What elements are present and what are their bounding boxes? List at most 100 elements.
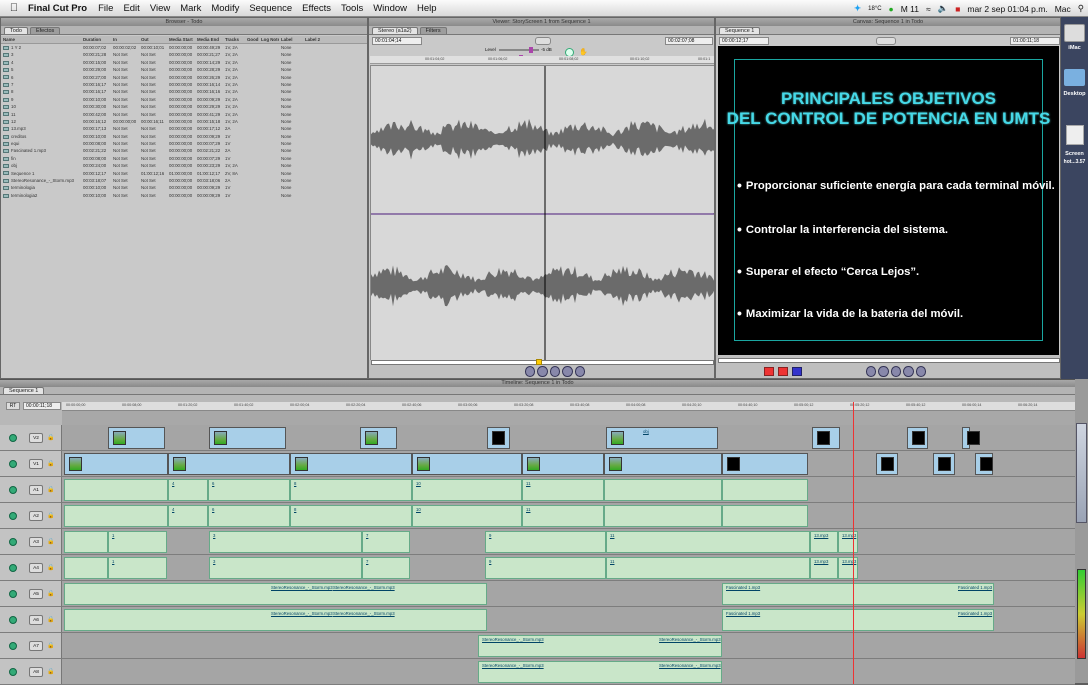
video-clip[interactable]: [412, 453, 522, 475]
video-clip[interactable]: [604, 453, 722, 475]
canvas-zoom-popup[interactable]: [876, 37, 896, 45]
track-a2[interactable]: A2 🔒 4 6 8 10 11: [0, 503, 1075, 529]
browser-row[interactable]: creditos 00:00:10;00 Not Set Not Set 00:00:0…: [1, 133, 367, 140]
video-clip[interactable]: [108, 427, 165, 449]
tab-timeline-sequence-1[interactable]: Sequence 1: [3, 387, 45, 394]
audio-clip[interactable]: 9: [485, 557, 606, 579]
track-header[interactable]: A5 🔒: [0, 581, 62, 606]
replace-edit-icon[interactable]: [792, 367, 802, 376]
track-header[interactable]: A4 🔒: [0, 555, 62, 580]
audio-clip[interactable]: [64, 479, 168, 501]
desktop-label[interactable]: Desktop: [1061, 91, 1088, 97]
audio-clip[interactable]: 10: [412, 505, 522, 527]
video-clip[interactable]: [907, 427, 928, 449]
viewer-scrubber[interactable]: [371, 360, 714, 365]
video-clip[interactable]: [64, 453, 168, 475]
next-edit-icon[interactable]: [574, 366, 586, 377]
canvas-current-time[interactable]: 01:00:11;18: [1010, 37, 1060, 45]
browser-header-row[interactable]: Name Duration In Out Media Start Media End Tra…: [1, 36, 367, 44]
audio-clip[interactable]: 3: [209, 557, 362, 579]
track-header[interactable]: V2 🔒: [0, 425, 62, 450]
play-around-icon[interactable]: [903, 366, 914, 377]
browser-row[interactable]: 6 00:00:27;00 Not Set Not Set 00:00:00;00 00:…: [1, 74, 367, 81]
audio-clip[interactable]: [604, 479, 722, 501]
track-label[interactable]: A5: [29, 589, 43, 599]
audio-clip[interactable]: StereoResonance_-_Storm.mp3 StereoResonan…: [64, 609, 487, 631]
track-v2[interactable]: V2 🔒 obj: [0, 425, 1075, 451]
overwrite-edit-icon[interactable]: [778, 367, 788, 376]
screenshot-file-icon[interactable]: [1066, 125, 1084, 145]
column-header[interactable]: Media End: [195, 36, 223, 43]
browser-row[interactable]: terminologia2 00:00:10;00 Not Set Not Set 00…: [1, 192, 367, 199]
browser-row[interactable]: 9 00:00:10;00 Not Set Not Set 00:00:00;00 00:…: [1, 96, 367, 103]
video-clip[interactable]: obj: [606, 427, 718, 449]
column-header[interactable]: In: [111, 36, 139, 43]
menu-edit[interactable]: Edit: [123, 3, 139, 14]
audio-clip[interactable]: [722, 505, 808, 527]
menu-window[interactable]: Window: [373, 3, 407, 14]
audio-clip[interactable]: [64, 531, 108, 553]
screenshot-sublabel[interactable]: hot...3.57: [1061, 159, 1088, 165]
audio-clip[interactable]: 10: [412, 479, 522, 501]
track-visibility-icon[interactable]: [9, 486, 17, 494]
browser-row[interactable]: 1 Y 2 00:00:07;02 00:00:02;02 00:00:10;01 00…: [1, 44, 367, 51]
video-clip[interactable]: [209, 427, 286, 449]
tab-filters[interactable]: Filters: [419, 27, 447, 34]
lock-icon[interactable]: 🔒: [47, 512, 54, 519]
weather-temp[interactable]: 18°C: [868, 6, 881, 12]
track-visibility-icon[interactable]: [9, 512, 17, 520]
video-clip[interactable]: [290, 453, 412, 475]
track-visibility-icon[interactable]: [9, 564, 17, 572]
audio-clip[interactable]: 1: [108, 531, 167, 553]
next-edit-icon[interactable]: [915, 366, 927, 377]
video-clip[interactable]: [722, 453, 808, 475]
audio-clip[interactable]: [64, 557, 108, 579]
column-header[interactable]: Log Note: [259, 36, 279, 43]
track-label[interactable]: A8: [29, 667, 43, 677]
browser-row[interactable]: fin 00:00:08;00 Not Set Not Set 00:00:00;00 0…: [1, 155, 367, 162]
timeline-titlebar[interactable]: Timeline: Sequence 1 in Todo: [0, 380, 1075, 387]
browser-row[interactable]: 10 00:00:30;00 Not Set Not Set 00:00:00;00 00…: [1, 103, 367, 110]
track-header[interactable]: A8 🔒: [0, 659, 62, 684]
video-clip[interactable]: [876, 453, 898, 475]
tab-todo[interactable]: Todo: [4, 27, 28, 34]
video-clip[interactable]: [360, 427, 397, 449]
track-visibility-icon[interactable]: [9, 642, 17, 650]
audio-clip[interactable]: 9: [485, 531, 606, 553]
tab-efectos[interactable]: Efectos: [29, 27, 61, 34]
lock-icon[interactable]: 🔒: [47, 668, 54, 675]
canvas-duration[interactable]: 00:00:12;17: [719, 37, 769, 45]
track-header[interactable]: A3 🔒: [0, 529, 62, 554]
rt-popup[interactable]: RT: [6, 402, 20, 410]
audio-clip[interactable]: StereoResonance_-_Storm.mp3 StereoResonan…: [478, 661, 722, 683]
browser-row[interactable]: 11 00:00:42;00 Not Set Not Set 00:00:00;00 00…: [1, 111, 367, 118]
column-header[interactable]: Name: [1, 36, 81, 43]
track-visibility-icon[interactable]: [9, 434, 17, 442]
level-slider[interactable]: [499, 49, 539, 51]
video-clip[interactable]: [933, 453, 955, 475]
browser-row[interactable]: 8 00:00:16;17 Not Set Not Set 00:00:00;00 00:…: [1, 88, 367, 95]
track-label[interactable]: A1: [29, 485, 43, 495]
insert-edit-icon[interactable]: [764, 367, 774, 376]
play-around-icon[interactable]: [562, 366, 573, 377]
audio-clip[interactable]: 7: [362, 531, 410, 553]
screenshot-label[interactable]: Screen: [1061, 151, 1088, 157]
audio-clip[interactable]: 11: [606, 531, 810, 553]
audio-clip[interactable]: 13.mp3: [810, 531, 838, 553]
timeline-ruler[interactable]: 00:00:00;00 00:00:08;00 00:01:20;02 00:01:4…: [62, 402, 1075, 411]
audio-clip[interactable]: 13.mp3: [810, 557, 838, 579]
browser-row[interactable]: Sequence 1 00:00:12;17 Not Set 01:00:12;16 0…: [1, 170, 367, 177]
lock-icon[interactable]: 🔒: [47, 590, 54, 597]
track-a6[interactable]: A6 🔒 StereoResonance_-_Storm.mp3 StereoReso…: [0, 607, 1075, 633]
track-label[interactable]: A4: [29, 563, 43, 573]
browser-row[interactable]: obj 00:00:24;00 Not Set Not Set 00:00:00;00 0…: [1, 162, 367, 169]
timeline-playhead[interactable]: [853, 402, 854, 684]
track-a4[interactable]: A4 🔒 1 3 7 9 11 13.mp3 13.mp3: [0, 555, 1075, 581]
app-menu[interactable]: Final Cut Pro: [28, 3, 87, 14]
audio-clip[interactable]: 4: [168, 479, 208, 501]
menu-modify[interactable]: Modify: [211, 3, 239, 14]
audio-clip[interactable]: 6: [208, 505, 290, 527]
audio-clip[interactable]: 7: [362, 557, 410, 579]
viewer-current-time[interactable]: 00:02:07;08: [665, 37, 713, 45]
apple-menu-icon[interactable]: : [6, 2, 22, 14]
